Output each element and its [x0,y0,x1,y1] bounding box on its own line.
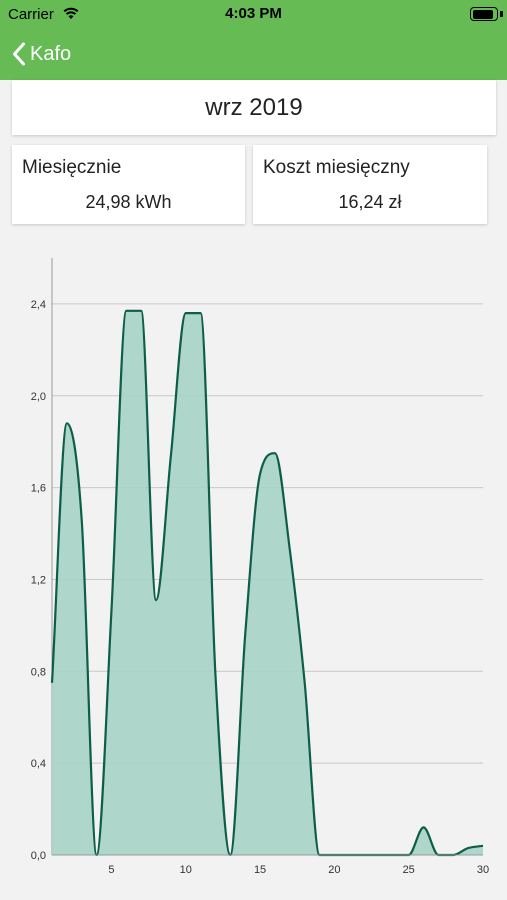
daily-usage-chart: 0,0 0,4 0,8 1,2 1,6 2,0 2,4 5 10 15 20 25 30 [31,258,489,876]
period-selector[interactable]: wrz 2019 [12,80,496,135]
y-tick-label: 1,6 [31,483,46,495]
y-tick-label: 1,2 [31,574,46,586]
battery-tip [500,11,503,17]
x-tick-label: 10 [180,864,192,876]
monthly-usage-title: Miesięcznie [22,157,122,178]
navigation-bar: Kafo [0,28,507,80]
monthly-usage-card: Miesięcznie 24,98 kWh [12,145,245,224]
y-tick-label: 0,4 [31,758,46,770]
chevron-left-icon [13,42,25,66]
y-tick-label: 2,0 [31,391,46,403]
usage-area [52,310,483,856]
x-tick-label: 30 [477,864,489,876]
battery-icon [470,7,498,21]
y-tick-label: 0,8 [31,666,46,678]
monthly-usage-value: 24,98 kWh [85,192,172,212]
status-time: 4:03 PM [225,5,282,22]
back-button[interactable]: Kafo [12,39,71,69]
back-label: Kafo [30,42,72,65]
monthly-cost-title: Koszt miesięczny [263,157,410,178]
x-tick-label: 20 [328,864,340,876]
x-tick-label: 15 [254,864,266,876]
status-bar: Carrier 4:03 PM [0,0,507,28]
x-tick-label: 5 [108,864,114,876]
battery-level [472,9,494,19]
y-tick-label: 0,0 [31,850,46,862]
monthly-cost-value: 16,24 zł [338,192,402,212]
period-label: wrz 2019 [205,93,303,121]
monthly-cost-card: Koszt miesięczny 16,24 zł [253,145,487,224]
y-tick-label: 2,4 [31,299,46,311]
x-tick-label: 25 [403,864,415,876]
